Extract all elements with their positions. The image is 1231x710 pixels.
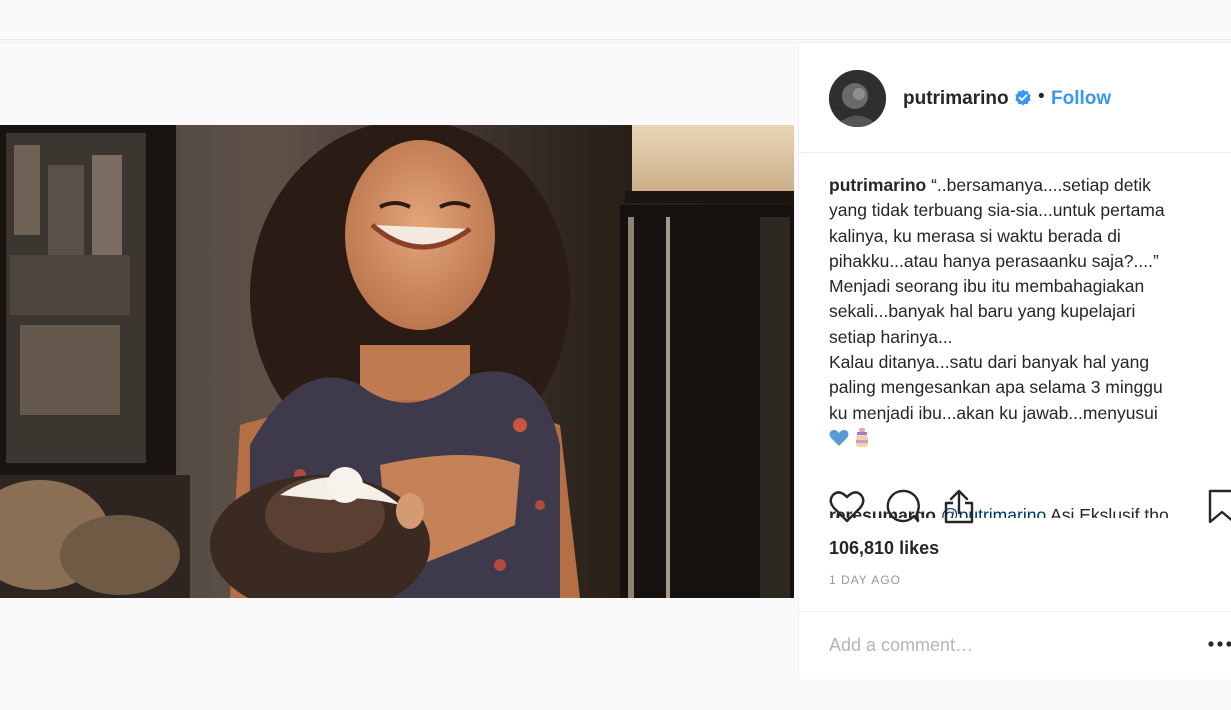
post-sidebar: putrimarino • Follow putrimarino “..bers… xyxy=(798,43,1231,679)
verified-badge-icon xyxy=(1015,89,1031,106)
comment-bubble-icon xyxy=(886,489,920,523)
post-photo[interactable] xyxy=(0,125,794,598)
likes-count[interactable]: 106,810 likes xyxy=(829,538,939,559)
caption-line: pihakku...atau hanya perasaanku saja?...… xyxy=(829,250,1159,271)
share-icon xyxy=(944,489,974,524)
save-button[interactable] xyxy=(1207,487,1231,527)
comment-text: Asi Ekslusif tho xyxy=(1046,505,1169,518)
comment-item: reresumargo @putrimarino Asi Ekslusif th… xyxy=(829,503,1169,518)
follow-button[interactable]: Follow xyxy=(1051,88,1111,110)
bookmark-icon xyxy=(1208,489,1231,524)
caption-emojis xyxy=(829,426,1225,451)
caption-text: “..bersamanya....setiap detik xyxy=(931,175,1151,195)
caption-line: paling mengesankan apa selama 3 minggu xyxy=(829,377,1163,398)
caption-line: sekali...banyak hal baru yang kupelajari xyxy=(829,301,1136,322)
post-header: putrimarino • Follow xyxy=(799,43,1231,153)
like-button[interactable] xyxy=(827,487,867,527)
top-navigation-bar xyxy=(0,0,1231,40)
caption-line: yang tidak terbuang sia-sia...untuk pert… xyxy=(829,200,1165,221)
caption-line: kalinya, ku merasa si waktu berada di xyxy=(829,225,1121,246)
instagram-post: putrimarino • Follow putrimarino “..bers… xyxy=(0,42,1231,679)
caption-username[interactable]: putrimarino xyxy=(829,175,926,195)
post-photo-illustration xyxy=(0,125,794,598)
avatar[interactable] xyxy=(829,70,886,127)
comments-section: putrimarino “..bersamanya....setiap deti… xyxy=(829,173,1225,518)
blue-heart-icon xyxy=(829,430,849,447)
page-bottom-area xyxy=(0,679,1231,710)
comment-input[interactable] xyxy=(829,630,1169,660)
avatar-image xyxy=(829,70,886,127)
caption-line: setiap harinya... xyxy=(829,326,953,347)
comment-button[interactable] xyxy=(883,487,923,527)
baby-bottle-icon xyxy=(856,428,868,448)
add-comment-bar xyxy=(799,611,1231,679)
caption-line: putrimarino “..bersamanya....setiap deti… xyxy=(829,173,1225,198)
share-button[interactable] xyxy=(939,487,979,527)
more-options-icon[interactable] xyxy=(1207,634,1231,654)
separator-dot: • xyxy=(1038,86,1045,107)
caption-line: Kalau ditanya...satu dari banyak hal yan… xyxy=(829,352,1150,373)
caption-line: ku menjadi ibu...akan ku jawab...menyusu… xyxy=(829,402,1158,423)
heart-icon xyxy=(829,491,865,523)
post-media-area xyxy=(0,43,798,679)
caption-line: Menjadi seorang ibu itu membahagiakan xyxy=(829,276,1145,297)
header-username[interactable]: putrimarino xyxy=(903,88,1009,110)
post-timestamp[interactable]: 1 DAY AGO xyxy=(829,573,901,587)
